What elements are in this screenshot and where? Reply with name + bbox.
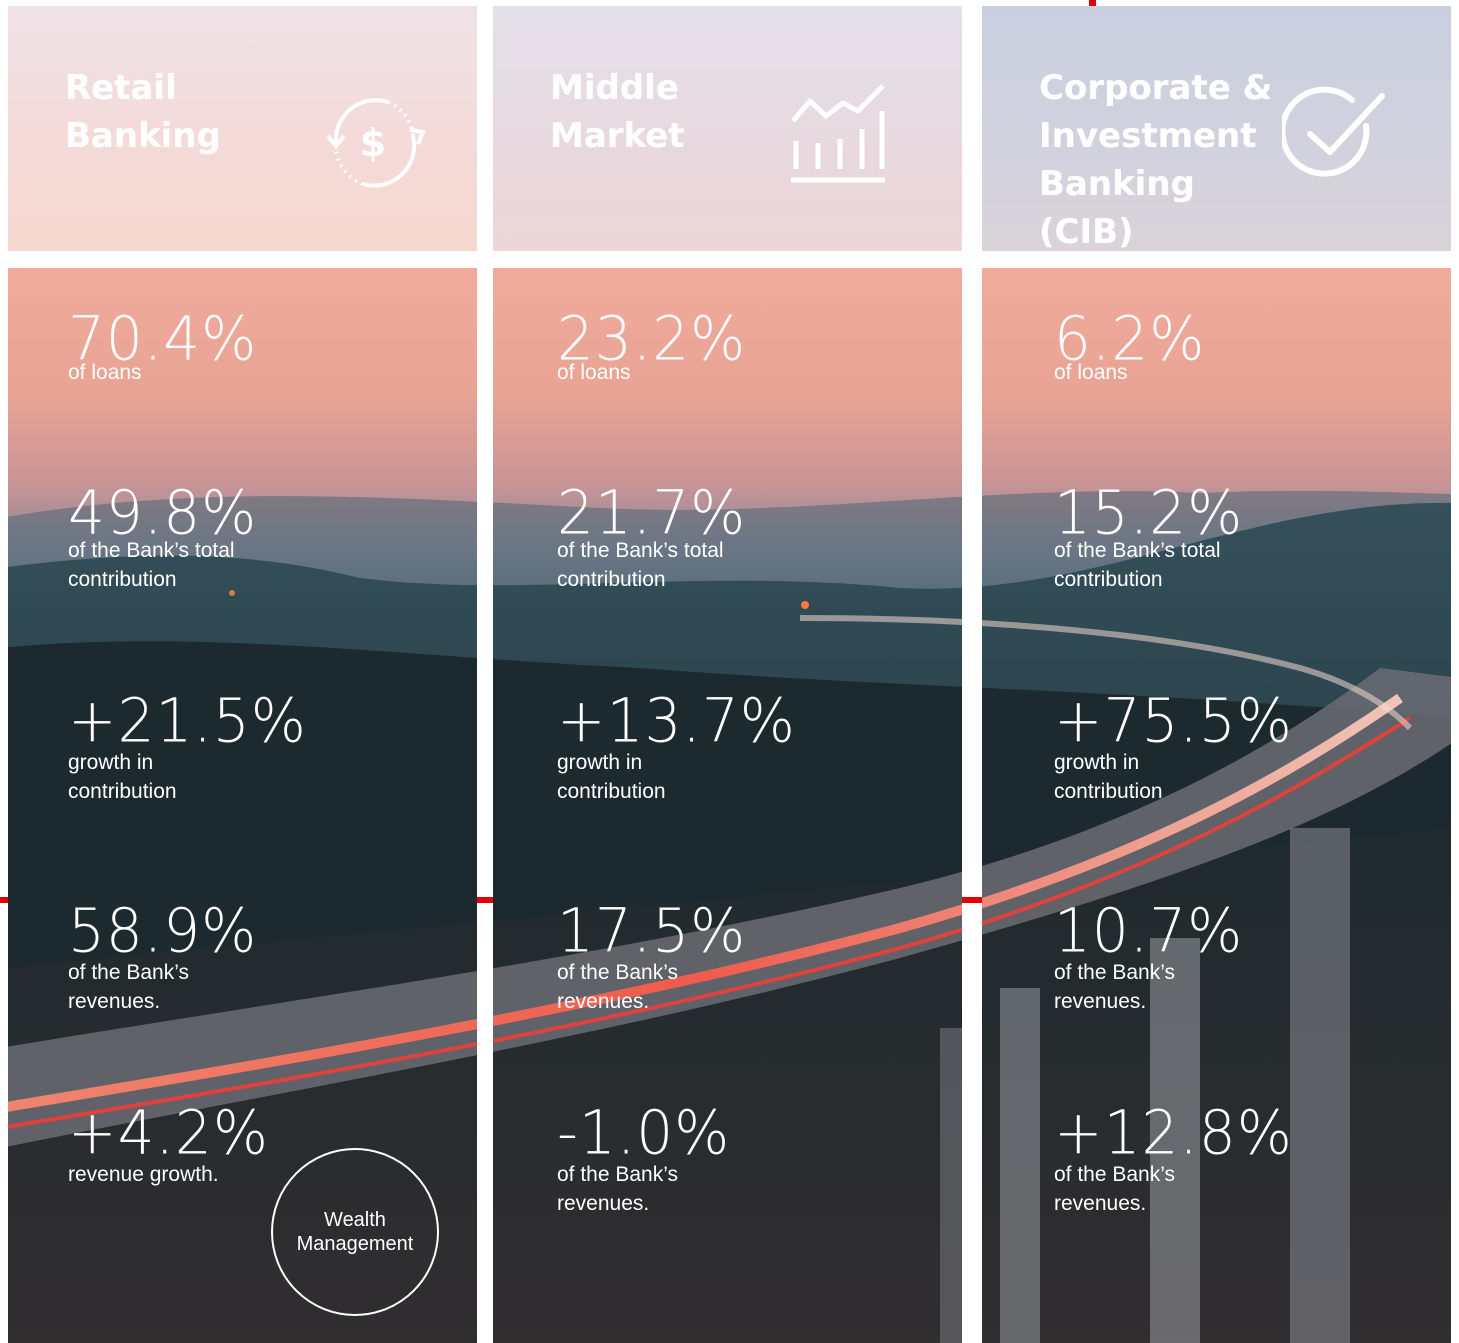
stat-revenues: 17.5% of the Bank’s revenues. <box>557 896 746 1016</box>
svg-text:$: $ <box>360 121 386 165</box>
badge-label: Wealth Management <box>296 1209 414 1255</box>
stat-contribution: 15.2% of the Bank’s total contribution <box>1054 478 1243 594</box>
stat-value: 58.9% <box>68 894 258 967</box>
segment-corporate-investment-banking: Corporate & Investment Banking (CIB) 6.2… <box>982 0 1451 1343</box>
stat-label: of the Bank’s revenues. <box>557 961 679 1013</box>
stat-loans: 23.2% of loans <box>557 304 746 387</box>
check-circle-icon <box>1282 86 1385 177</box>
wealth-management-badge: Wealth Management <box>271 1148 439 1316</box>
segment-header: Retail Banking $ <box>8 6 477 251</box>
stat-loans: 70.4% of loans <box>68 304 257 387</box>
stat-contribution: 21.7% of the Bank’s total contribution <box>557 478 746 594</box>
segment-title: Corporate & Investment Banking (CIB) <box>1039 68 1273 251</box>
segment-middle-market: Middle Market 23.2% of loans 21.7% of th… <box>493 0 962 1343</box>
stat-revenues: 10.7% of the Bank’s revenues. <box>1054 896 1243 1016</box>
stat-label: growth in contribution <box>1054 751 1163 803</box>
segment-stats-panel: 70.4% of loans 49.8% of the Bank’s total… <box>8 268 477 1343</box>
segment-stats-panel: 23.2% of loans 21.7% of the Bank’s total… <box>493 268 962 1343</box>
dollar-cycle-icon: $ <box>326 98 426 188</box>
segment-retail-banking: Retail Banking $ 70.4% of loans 49.8% of… <box>8 0 477 1343</box>
segment-title: Middle Market <box>550 68 685 156</box>
stat-value: +75.5% <box>1054 684 1293 757</box>
stat-label: growth in contribution <box>557 751 666 803</box>
stat-value: 10.7% <box>1054 894 1244 967</box>
stat-revenue-growth: +12.8% of the Bank’s revenues. <box>1054 1098 1293 1218</box>
stat-value: -1.0% <box>557 1096 731 1169</box>
stat-label: growth in contribution <box>68 751 177 803</box>
stat-value: 17.5% <box>557 894 747 967</box>
stat-value: 49.8% <box>68 476 258 549</box>
stat-value: 21.7% <box>557 476 747 549</box>
stat-value: 70.4% <box>68 302 258 375</box>
segment-header: Middle Market <box>493 6 962 251</box>
accent-mark <box>1089 0 1096 6</box>
stat-value: +13.7% <box>557 684 796 757</box>
segment-title: Retail Banking <box>65 68 221 156</box>
stat-contribution-growth: +75.5% growth in contribution <box>1054 686 1293 806</box>
stat-value: 15.2% <box>1054 476 1244 549</box>
segment-header: Corporate & Investment Banking (CIB) <box>982 6 1451 251</box>
stat-value: +12.8% <box>1054 1096 1293 1169</box>
stat-value: +4.2% <box>68 1096 269 1169</box>
stat-label: of the Bank’s revenues. <box>1054 961 1176 1013</box>
stat-revenues: 58.9% of the Bank’s revenues. <box>68 896 257 1016</box>
stat-contribution: 49.8% of the Bank’s total contribution <box>68 478 257 594</box>
accent-mark <box>0 897 8 903</box>
stat-label: of the Bank’s revenues. <box>557 1163 679 1215</box>
stat-contribution-growth: +13.7% growth in contribution <box>557 686 796 806</box>
stat-loans: 6.2% of loans <box>1054 304 1205 387</box>
stat-revenue-growth: +4.2% revenue growth. <box>68 1098 269 1189</box>
stat-value: 6.2% <box>1054 302 1206 375</box>
stat-revenue-growth: -1.0% of the Bank’s revenues. <box>557 1098 730 1218</box>
stat-contribution-growth: +21.5% growth in contribution <box>68 686 307 806</box>
stat-label: of the Bank’s revenues. <box>1054 1163 1176 1215</box>
stat-value: 23.2% <box>557 302 747 375</box>
segment-stats-panel: 6.2% of loans 15.2% of the Bank’s total … <box>982 268 1451 1343</box>
accent-mark <box>477 897 493 903</box>
stat-label: of the Bank’s revenues. <box>68 961 190 1013</box>
growth-chart-icon <box>791 84 885 183</box>
stat-value: +21.5% <box>68 684 307 757</box>
accent-mark <box>962 897 982 903</box>
